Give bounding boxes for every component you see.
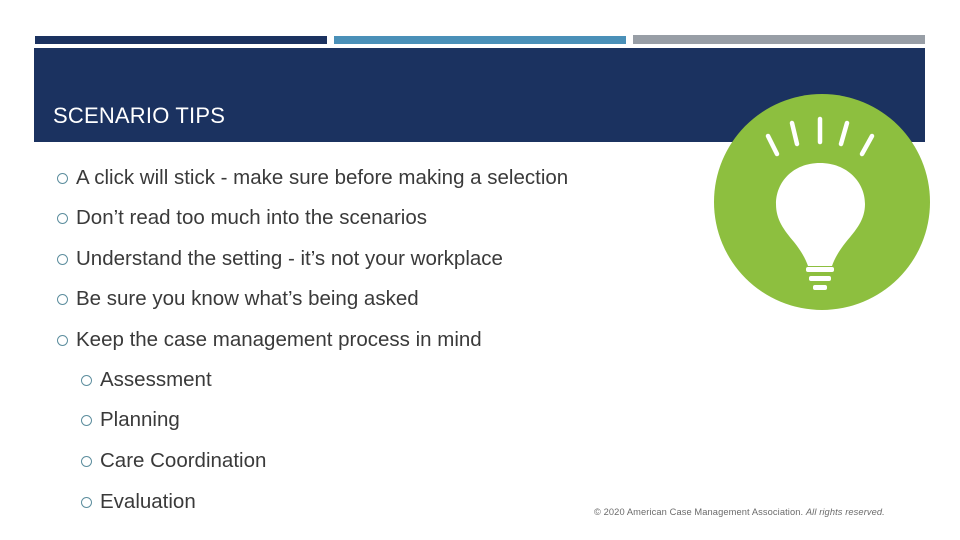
- process-step-item: Assessment: [81, 368, 212, 392]
- accent-bar-gray: [633, 35, 925, 44]
- tip-text: Be sure you know what’s being asked: [76, 287, 419, 310]
- copyright-footer: © 2020 American Case Management Associat…: [594, 507, 885, 517]
- tip-item: A click will stick - make sure before ma…: [57, 166, 568, 190]
- accent-bar-blue: [334, 36, 626, 44]
- process-step-item: Planning: [81, 408, 180, 432]
- tip-text: A click will stick - make sure before ma…: [76, 166, 569, 189]
- bullet-circle-icon: [81, 414, 92, 426]
- tip-text: Keep the case management process in mind: [76, 328, 482, 351]
- bullet-circle-icon: [57, 334, 68, 346]
- bullet-circle-icon: [57, 172, 68, 184]
- tip-item: Be sure you know what’s being asked: [57, 287, 419, 311]
- process-step-text: Planning: [100, 408, 180, 431]
- bullet-circle-icon: [81, 496, 92, 508]
- slide-title: SCENARIO TIPS: [53, 103, 226, 128]
- process-step-item: Evaluation: [81, 490, 196, 514]
- bullet-circle-icon: [81, 455, 92, 467]
- bullet-circle-icon: [81, 374, 92, 386]
- tip-text: Understand the setting - it’s not your w…: [76, 247, 503, 270]
- accent-bar-navy: [35, 36, 327, 44]
- process-step-text: Care Coordination: [100, 449, 267, 472]
- process-step-item: Care Coordination: [81, 449, 266, 473]
- process-step-text: Evaluation: [100, 490, 196, 513]
- bullet-circle-icon: [57, 212, 68, 224]
- copyright-text: © 2020 American Case Management Associat…: [594, 507, 804, 517]
- tip-item: Keep the case management process in mind: [57, 328, 482, 352]
- tip-item: Don’t read too much into the scenarios: [57, 206, 427, 230]
- lightbulb-icon: [714, 94, 930, 310]
- bullet-circle-icon: [57, 293, 68, 305]
- tip-item: Understand the setting - it’s not your w…: [57, 247, 503, 271]
- tip-text: Don’t read too much into the scenarios: [76, 206, 427, 229]
- process-step-text: Assessment: [100, 368, 212, 391]
- bullet-circle-icon: [57, 253, 68, 265]
- rights-text: All rights reserved.: [805, 507, 885, 517]
